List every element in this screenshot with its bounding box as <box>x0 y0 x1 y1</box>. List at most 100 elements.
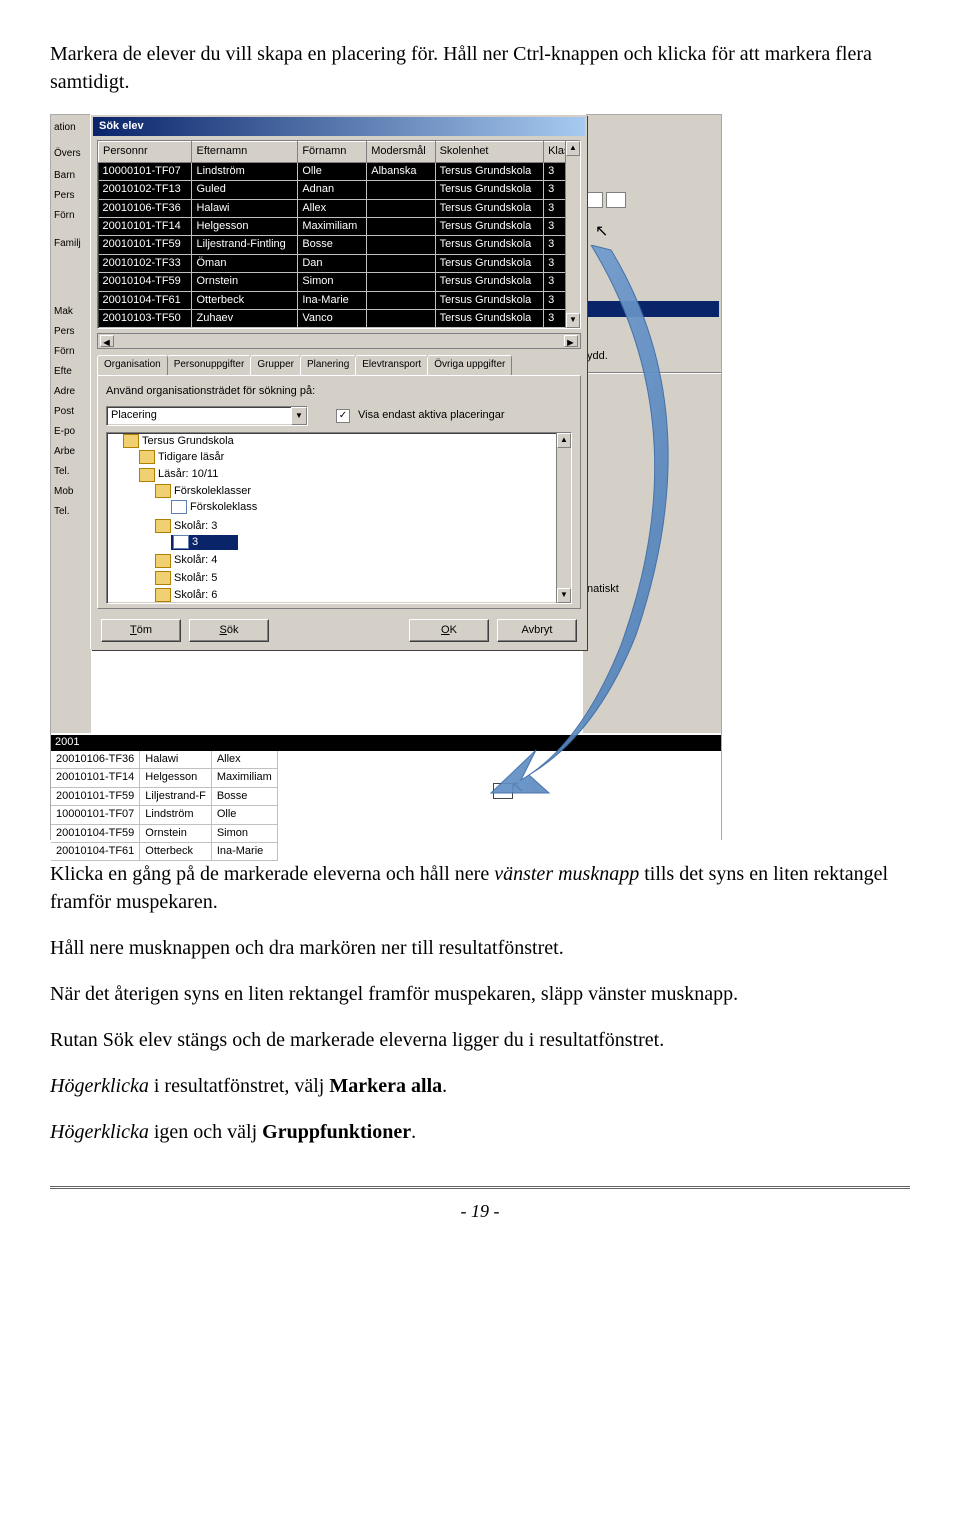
ok-button[interactable]: OK <box>409 619 489 642</box>
bg-label: Tel. <box>51 459 91 479</box>
tree-node[interactable]: Skolår: 5 <box>155 570 571 587</box>
scroll-up-icon[interactable]: ▲ <box>566 141 580 156</box>
table-row[interactable]: 20010101-TF14HelgessonMaximiliamTersus G… <box>99 217 580 235</box>
result-grid[interactable]: 20010106-TF36HalawiAllex20010101-TF14Hel… <box>51 751 278 861</box>
tab-organisation[interactable]: Organisation <box>97 355 168 375</box>
checkbox-label: Visa endast aktiva placeringar <box>358 408 505 423</box>
bg-label: ation <box>51 115 91 135</box>
tree-node[interactable]: Skolår: 4 <box>155 552 571 569</box>
scroll-up-icon[interactable]: ▲ <box>557 433 571 448</box>
grid-scrollbar-h[interactable]: ◄ ► <box>97 333 581 349</box>
tree-node[interactable]: Läsår: 10/11 Förskoleklasser Förskolekla… <box>139 466 571 603</box>
bg-label: Post <box>51 399 91 419</box>
bg-label: Arbe <box>51 439 91 459</box>
bg-text: natiskt <box>583 580 721 599</box>
table-cell: Allex <box>211 751 277 769</box>
folder-icon <box>155 554 171 568</box>
table-cell: Vanco <box>298 309 367 327</box>
table-cell: Helgesson <box>140 769 212 787</box>
table-row[interactable]: 20010104-TF59OrnsteinSimon <box>51 824 277 842</box>
scroll-down-icon[interactable]: ▼ <box>557 588 571 603</box>
tab-ovriga[interactable]: Övriga uppgifter <box>427 355 512 375</box>
table-row[interactable]: 20010106-TF36HalawiAllex <box>51 751 277 769</box>
col-header[interactable]: Förnamn <box>298 142 367 162</box>
table-cell <box>367 181 435 199</box>
tab-page-organisation: Använd organisationsträdet för sökning p… <box>97 375 581 608</box>
tree-node[interactable]: Tidigare läsår <box>139 449 571 466</box>
table-row[interactable]: 20010101-TF59Liljestrand-FintlingBosseTe… <box>99 236 580 254</box>
scroll-left-icon[interactable]: ◄ <box>100 335 114 347</box>
scroll-down-icon[interactable]: ▼ <box>566 313 580 328</box>
tab-personuppgifter[interactable]: Personuppgifter <box>167 355 252 375</box>
tree-node[interactable]: Skolår: 3 3 <box>155 518 571 553</box>
org-tree[interactable]: Tersus Grundskola Tidigare läsår Läsår: … <box>106 432 572 604</box>
bg-label: Pers <box>51 183 91 203</box>
tree-node-selected[interactable]: 3 <box>171 534 571 551</box>
dialog-buttons: Töm Sök OK Avbryt <box>93 613 585 648</box>
sok-button[interactable]: Sök <box>189 619 269 642</box>
table-row[interactable]: 20010106-TF36HalawiAllexTersus Grundskol… <box>99 199 580 217</box>
table-cell: Otterbeck <box>140 842 212 860</box>
bg-label: Mob <box>51 479 91 499</box>
table-row[interactable]: 20010102-TF33ÖmanDanTersus Grundskola3 <box>99 254 580 272</box>
col-header[interactable]: Personnr <box>99 142 192 162</box>
table-row[interactable]: 20010101-TF14HelgessonMaximiliam <box>51 769 277 787</box>
table-cell: Zuhaev <box>192 309 298 327</box>
col-header[interactable]: Efternamn <box>192 142 298 162</box>
bg-label: Förn <box>51 339 91 359</box>
table-cell: Liljestrand-Fintling <box>192 236 298 254</box>
table-cell: 20010101-TF59 <box>51 787 140 805</box>
visa-aktiva-checkbox[interactable]: ✓ <box>336 409 350 423</box>
scroll-right-icon[interactable]: ► <box>564 335 578 347</box>
table-row[interactable]: 10000101-TF07LindströmOlleAlbanskaTersus… <box>99 162 580 180</box>
table-cell: Maximiliam <box>298 217 367 235</box>
bg-label: Familj <box>51 231 91 251</box>
table-cell: Lindström <box>192 162 298 180</box>
table-cell: Lindström <box>140 806 212 824</box>
table-row[interactable]: 20010104-TF59OrnsteinSimonTersus Grundsk… <box>99 273 580 291</box>
folder-icon <box>155 571 171 585</box>
cursor-icon: ↖ <box>595 221 608 243</box>
bg-label: Adre <box>51 379 91 399</box>
chevron-down-icon[interactable]: ▼ <box>291 407 307 425</box>
table-row[interactable]: 20010103-TF50ZuhaevVancoTersus Grundskol… <box>99 309 580 327</box>
table-cell: Halawi <box>192 199 298 217</box>
table-cell: Tersus Grundskola <box>435 309 544 327</box>
table-cell: Tersus Grundskola <box>435 254 544 272</box>
page-icon <box>171 500 187 514</box>
table-cell: Dan <box>298 254 367 272</box>
dialog-titlebar[interactable]: Sök elev <box>93 117 585 136</box>
grid-scrollbar-v[interactable]: ▲ ▼ <box>565 141 580 328</box>
dropdown-value: Placering <box>107 407 291 424</box>
folder-icon <box>155 588 171 602</box>
table-row[interactable]: 20010102-TF13GuledAdnanTersus Grundskola… <box>99 181 580 199</box>
folder-icon <box>139 468 155 482</box>
tree-node[interactable]: Förskoleklasser Förskoleklass <box>155 483 571 518</box>
bg-label: Övers <box>51 141 91 161</box>
tree-node[interactable]: Skolår: 6 <box>155 587 571 603</box>
tab-elevtransport[interactable]: Elevtransport <box>355 355 428 375</box>
table-cell <box>367 217 435 235</box>
tab-grupper[interactable]: Grupper <box>250 355 301 375</box>
tree-node[interactable]: Förskoleklass <box>171 499 571 516</box>
placering-dropdown[interactable]: Placering ▼ <box>106 406 308 426</box>
table-cell: 10000101-TF07 <box>99 162 192 180</box>
col-header[interactable]: Skolenhet <box>435 142 544 162</box>
table-row[interactable]: 20010104-TF61OtterbeckIna-Marie <box>51 842 277 860</box>
tree-scrollbar-v[interactable]: ▲ ▼ <box>556 433 571 603</box>
table-cell: Bosse <box>211 787 277 805</box>
table-cell: Tersus Grundskola <box>435 162 544 180</box>
result-header-bar: 2001 <box>51 735 721 751</box>
tab-planering[interactable]: Planering <box>300 355 356 375</box>
table-cell: Simon <box>211 824 277 842</box>
avbryt-button[interactable]: Avbryt <box>497 619 577 642</box>
table-row[interactable]: 10000101-TF07LindströmOlle <box>51 806 277 824</box>
col-header[interactable]: Modersmål <box>367 142 435 162</box>
table-row[interactable]: 20010101-TF59Liljestrand-FBosse <box>51 787 277 805</box>
tree-node[interactable]: Tersus Grundskola Tidigare läsår Läsår: … <box>123 433 571 604</box>
selection-bar <box>583 301 719 317</box>
student-grid[interactable]: Personnr Efternamn Förnamn Modersmål Sko… <box>97 140 581 329</box>
table-row[interactable]: 20010104-TF61OtterbeckIna-MarieTersus Gr… <box>99 291 580 309</box>
tom-button[interactable]: Töm <box>101 619 181 642</box>
folder-icon <box>155 519 171 533</box>
